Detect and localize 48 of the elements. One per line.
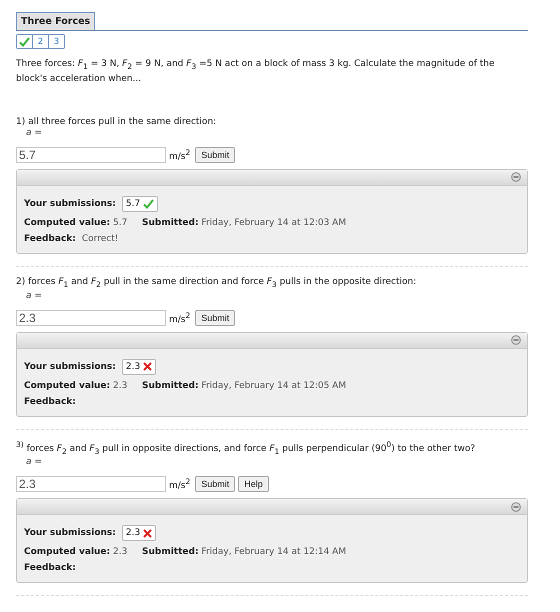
part-tab[interactable]	[17, 35, 33, 48]
cross-icon	[143, 528, 152, 538]
variable-label: a =	[26, 290, 43, 301]
answer-field[interactable]: 2.3	[16, 476, 166, 492]
answer-field[interactable]: 2.3	[16, 310, 166, 326]
answer-field[interactable]: 5.7	[16, 146, 166, 163]
action-button[interactable]: Submit	[195, 476, 236, 492]
collapse-icon[interactable]	[511, 172, 521, 182]
field-label: Your submissions:	[24, 362, 116, 372]
check-icon	[19, 36, 30, 46]
submission-value: 5.7	[126, 198, 140, 209]
field-label: Submitted:	[142, 380, 199, 391]
field-label: Submitted:	[142, 547, 199, 558]
unit-label: m/s$^{2}$	[169, 477, 190, 492]
action-button[interactable]: Submit	[195, 146, 236, 163]
action-button[interactable]: Help	[238, 476, 269, 492]
cross-icon	[143, 362, 152, 372]
unit-label: m/s$^{2}$	[169, 310, 190, 325]
field-label: Your submissions:	[24, 198, 116, 209]
submission-value: 2.3	[126, 528, 140, 538]
field-label: Feedback:	[24, 396, 76, 407]
question-text: $^{3)}$ forces F$_{2}$ and F$_{3}$ pull in opposite directions, and force F$_{1}$ pulls perpendicular (90$^{0}$) to the other two?	[16, 438, 476, 458]
feedback-text: Correct!	[82, 234, 118, 244]
problem-text: Three forces: F$_{1}$ = 3 N, F$_{2}$ = 9 N, and F$_{3}$ =5 N act on a block of mass 3 kg. Calculate the magnitude of the block's acceleration when...	[16, 58, 496, 86]
field-label: Computed value:	[24, 547, 110, 558]
collapse-icon[interactable]	[511, 335, 521, 346]
check-icon	[143, 198, 154, 209]
computed-value: 2.3	[113, 380, 128, 391]
field-label: Your submissions:	[24, 528, 116, 538]
computed-value: 5.7	[113, 218, 128, 228]
collapse-icon[interactable]	[511, 502, 521, 512]
submitted-time: Friday, February 14 at 12:05 AM	[201, 380, 346, 391]
question-text: 1) all three forces pull in the same direction:	[16, 116, 218, 128]
field-label: Computed value:	[24, 218, 110, 228]
variable-label: a =	[26, 457, 43, 468]
field-label: Submitted:	[142, 218, 199, 228]
submitted-time: Friday, February 14 at 12:03 AM	[201, 218, 346, 228]
field-label: Computed value:	[24, 380, 110, 391]
submission-value: 2.3	[126, 362, 140, 372]
field-label: Feedback:	[24, 234, 76, 244]
computed-value: 2.3	[113, 547, 128, 558]
question-text: 2) forces F$_{1}$ and F$_{2}$ pull in the same direction and force F$_{3}$ pulls in the opposite direction:	[16, 276, 418, 291]
submitted-time: Friday, February 14 at 12:14 AM	[201, 547, 346, 558]
variable-label: a =	[26, 128, 43, 138]
field-label: Feedback:	[24, 563, 76, 574]
action-button[interactable]: Submit	[195, 310, 236, 326]
unit-label: m/s$^{2}$	[169, 148, 190, 162]
page-title: Three Forces	[16, 12, 96, 30]
